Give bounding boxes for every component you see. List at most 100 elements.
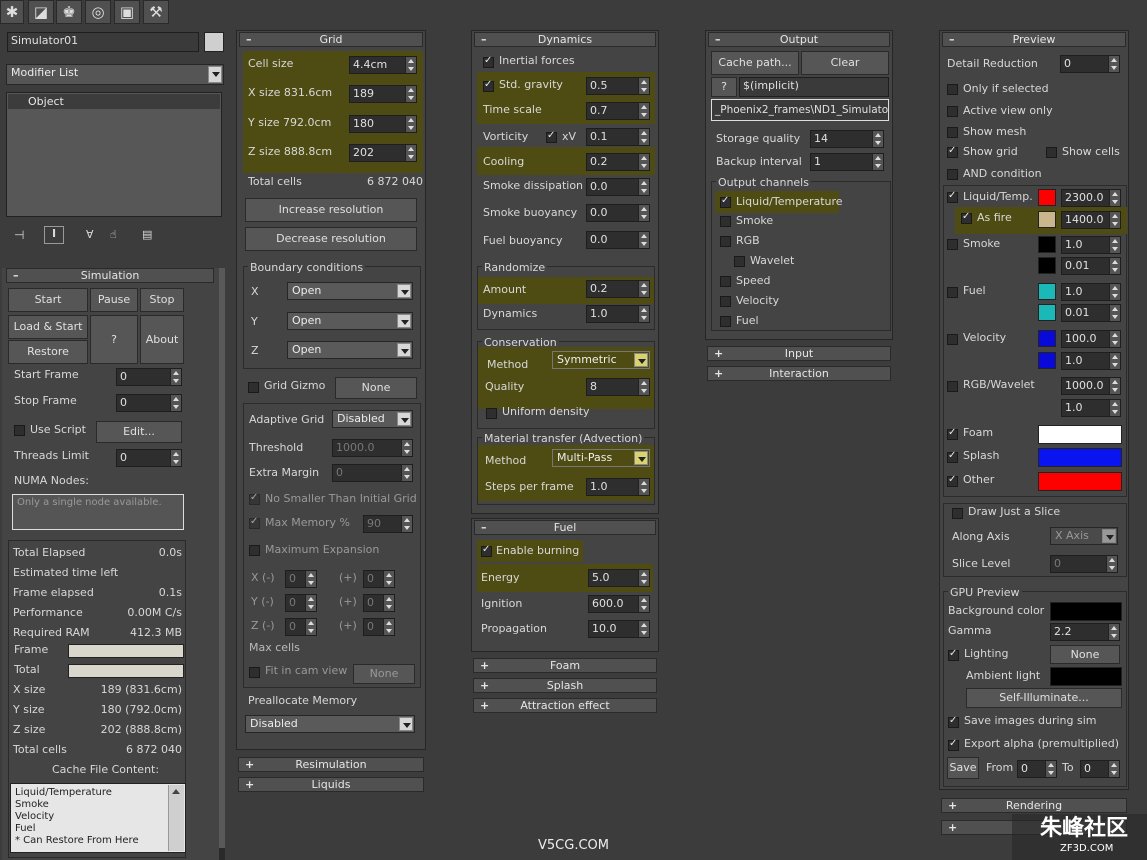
time-scale-spinner[interactable]: 0.7 (586, 102, 650, 120)
grid-header[interactable]: – Grid (239, 32, 423, 47)
adaptive-grid-dropdown[interactable]: Disabled (332, 410, 413, 428)
save-button[interactable]: Save (947, 757, 979, 779)
rgb-wavelet-checkbox[interactable] (947, 381, 958, 392)
gamma-spinner[interactable]: 2.2 (1050, 623, 1120, 641)
load-start-button[interactable]: Load & Start (8, 315, 88, 339)
decrease-resolution-button[interactable]: Decrease resolution (245, 227, 417, 251)
y-size-spinner[interactable]: 180 (349, 115, 417, 133)
velocity-threshold-spinner[interactable]: 100.0 (1061, 330, 1121, 348)
channel-checkbox[interactable] (720, 276, 731, 287)
ambient-light-swatch[interactable] (1050, 667, 1122, 686)
fire-threshold-spinner[interactable]: 1400.0 (1061, 211, 1121, 229)
path-help-button[interactable]: ? (711, 77, 737, 97)
splash-color-swatch[interactable] (1038, 448, 1122, 467)
splash-preview-checkbox[interactable] (947, 450, 958, 463)
rgb-threshold-spinner[interactable]: 1000.0 (1061, 377, 1121, 395)
smoke-color-swatch-2[interactable] (1038, 257, 1056, 274)
lighting-none-button[interactable]: None (1050, 645, 1120, 664)
channel-checkbox[interactable] (720, 236, 731, 247)
self-illuminate-button[interactable]: Self-Illuminate... (966, 688, 1122, 708)
motion-icon[interactable]: ◎ (85, 0, 111, 24)
channel-checkbox[interactable] (720, 296, 731, 307)
steps-per-frame-spinner[interactable]: 1.0 (586, 478, 650, 496)
gravity-spinner[interactable]: 0.5 (586, 77, 650, 95)
pin-stack-icon[interactable]: ⊣ (14, 228, 24, 242)
foam-rollout[interactable]: + Foam (473, 658, 657, 673)
scroll-up-icon[interactable] (172, 789, 180, 794)
max-memory-checkbox[interactable] (249, 516, 260, 529)
make-unique-icon[interactable]: ∀ (86, 228, 94, 242)
resimulation-rollout[interactable]: + Resimulation (238, 757, 424, 772)
extra-margin-spinner[interactable]: 0 (332, 464, 413, 482)
ignition-spinner[interactable]: 600.0 (588, 595, 650, 613)
output-header[interactable]: – Output (708, 32, 890, 47)
fuel-opacity-spinner[interactable]: 0.01 (1061, 304, 1121, 322)
fuel-header[interactable]: – Fuel (474, 520, 656, 535)
preallocate-dropdown[interactable]: Disabled (245, 715, 415, 733)
cache-content-list[interactable]: Liquid/Temperature Smoke Velocity Fuel * Can… (10, 783, 186, 853)
expansion-plus-spinner[interactable]: 0 (363, 594, 395, 612)
x-size-spinner[interactable]: 189 (349, 85, 417, 103)
utilities-icon[interactable]: ⚒ (143, 0, 169, 24)
hierarchy-icon[interactable]: ♚ (56, 0, 82, 24)
boundary-x-dropdown[interactable]: Open (287, 282, 413, 300)
channel-checkbox[interactable] (720, 195, 731, 208)
object-name-field[interactable]: Simulator01 (7, 32, 199, 52)
stop-frame-spinner[interactable]: 0 (116, 394, 182, 412)
fuel-buoyancy-spinner[interactable]: 0.0 (586, 231, 650, 249)
show-end-result-icon[interactable]: I (44, 226, 64, 244)
detail-reduction-spinner[interactable]: 0 (1060, 55, 1120, 73)
slice-level-spinner[interactable]: 0 (1050, 555, 1118, 573)
along-axis-dropdown[interactable]: X Axis (1050, 527, 1118, 545)
cache-path-button[interactable]: Cache path... (711, 51, 799, 75)
modify-icon[interactable]: ◪ (28, 0, 54, 24)
expansion-plus-spinner[interactable]: 0 (363, 570, 395, 588)
expansion-minus-spinner[interactable]: 0 (285, 570, 317, 588)
channel-checkbox[interactable] (734, 256, 745, 267)
enable-burning-checkbox[interactable] (481, 544, 492, 557)
threshold-spinner[interactable]: 1000.0 (332, 439, 413, 457)
stack-item-object[interactable]: Object (8, 94, 220, 109)
show-grid-checkbox[interactable] (947, 145, 958, 158)
fire-color-swatch[interactable] (1038, 211, 1056, 228)
fuel-threshold-spinner[interactable]: 1.0 (1061, 283, 1121, 301)
lighting-checkbox[interactable] (948, 648, 959, 661)
storage-quality-spinner[interactable]: 14 (810, 130, 884, 148)
rendering-rollout[interactable]: + Rendering (941, 798, 1127, 813)
background-color-swatch[interactable] (1050, 602, 1122, 621)
energy-spinner[interactable]: 5.0 (588, 569, 650, 587)
other-preview-checkbox[interactable] (947, 474, 958, 487)
export-alpha-checkbox[interactable] (948, 738, 959, 751)
quality-spinner[interactable]: 8 (586, 378, 650, 396)
numa-nodes-field[interactable]: Only a single node available. (12, 494, 184, 530)
clear-button[interactable]: Clear (801, 51, 889, 75)
velocity-preview-checkbox[interactable] (947, 334, 958, 345)
configure-sets-icon[interactable]: ▤ (142, 228, 152, 242)
preview-header[interactable]: – Preview (942, 32, 1126, 47)
fit-cam-checkbox[interactable] (249, 667, 260, 678)
liquid-temp-checkbox[interactable] (947, 190, 958, 203)
stop-button[interactable]: Stop (140, 288, 184, 312)
expansion-plus-spinner[interactable]: 0 (363, 618, 395, 636)
liquid-threshold-spinner[interactable]: 2300.0 (1061, 189, 1121, 207)
expansion-minus-spinner[interactable]: 0 (285, 594, 317, 612)
boundary-z-dropdown[interactable]: Open (287, 341, 413, 359)
expansion-minus-spinner[interactable]: 0 (285, 618, 317, 636)
cache-path-field[interactable]: _Phoenix2_frames\ND1_Simulator01 (711, 99, 889, 121)
max-memory-spinner[interactable]: 90 (363, 515, 413, 533)
input-rollout[interactable]: + Input (707, 346, 891, 361)
fuel-color-swatch-2[interactable] (1038, 304, 1056, 321)
pause-button[interactable]: Pause (90, 288, 138, 312)
fuel-color-swatch[interactable] (1038, 283, 1056, 300)
smoke-threshold-spinner[interactable]: 1.0 (1061, 236, 1121, 254)
show-cells-checkbox[interactable] (1046, 147, 1057, 158)
active-view-checkbox[interactable] (947, 106, 958, 117)
cooling-spinner[interactable]: 0.2 (586, 153, 650, 171)
smoke-preview-checkbox[interactable] (947, 239, 958, 250)
amount-spinner[interactable]: 0.2 (586, 280, 650, 298)
splash-rollout[interactable]: + Splash (473, 678, 657, 693)
show-mesh-checkbox[interactable] (947, 127, 958, 138)
attraction-rollout[interactable]: + Attraction effect (473, 698, 657, 713)
rand-dynamics-spinner[interactable]: 1.0 (586, 305, 650, 323)
modifier-list-dropdown[interactable]: Modifier List (6, 64, 224, 85)
